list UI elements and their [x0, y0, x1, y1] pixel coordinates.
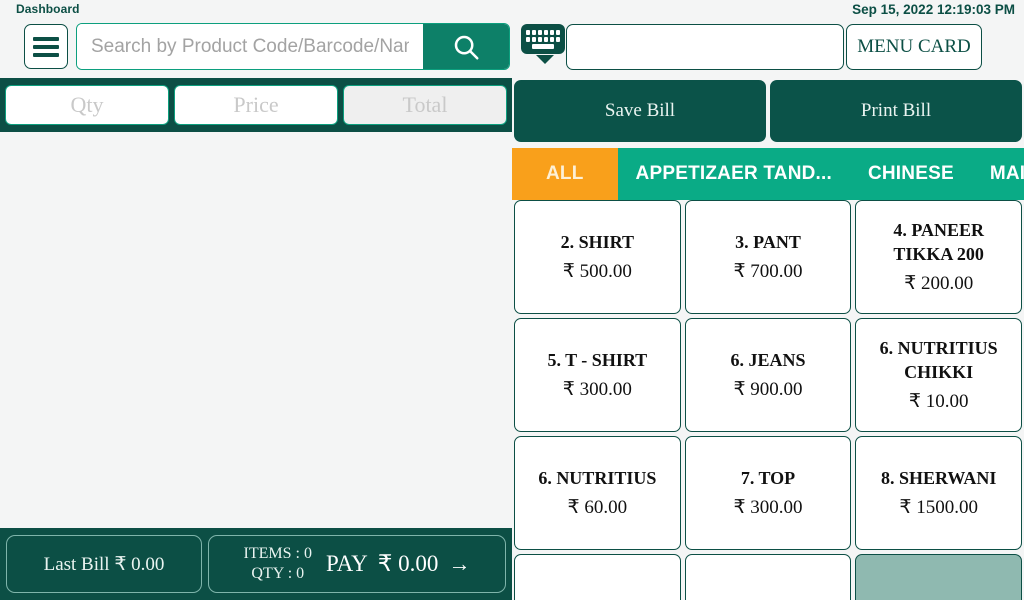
product-card[interactable]: 6. NUTRITIUS CHIKKI ₹ 10.00 [855, 318, 1022, 432]
product-name: 6. NUTRITIUS [538, 467, 657, 488]
product-name: 4. PANEER TIKKA 200 [893, 219, 984, 264]
page-title: Dashboard [16, 2, 80, 16]
pay-amount-group: PAY ₹ 0.00 → [326, 551, 470, 577]
product-price: ₹ 900.00 [733, 379, 803, 401]
footer-bar: Last Bill ₹ 0.00 ITEMS : 0 QTY : 0 PAY ₹… [0, 528, 512, 600]
pos-app: Dashboard Qty Price Total Last Bill ₹ 0. [0, 0, 1024, 600]
product-price: ₹ 10.00 [908, 391, 969, 413]
hamburger-menu-button[interactable] [24, 24, 68, 69]
keyboard-icon [521, 24, 565, 54]
right-pane: Sep 15, 2022 12:19:03 PM MENU CARD Save … [512, 0, 1024, 600]
chevron-down-icon [536, 55, 554, 64]
product-card[interactable]: 9. TANDOORI [514, 554, 681, 600]
items-count: ITEMS : 0 [243, 544, 312, 562]
category-tab[interactable]: ALL [512, 148, 618, 200]
product-card[interactable]: 8. SHERWANI ₹ 1500.00 [855, 436, 1022, 550]
search-button[interactable] [423, 24, 509, 69]
keyboard-toggle-button[interactable] [521, 24, 569, 74]
arrow-right-icon: → [448, 551, 471, 576]
menu-card-button[interactable]: MENU CARD [846, 24, 982, 70]
left-topbar: Dashboard [0, 0, 512, 78]
product-price: ₹ 500.00 [562, 261, 632, 283]
product-name: 5. T - SHIRT [547, 349, 648, 370]
item-counts: ITEMS : 0 QTY : 0 [244, 544, 312, 585]
hamburger-menu-icon [33, 33, 59, 61]
product-grid: 2. SHIRT ₹ 500.00 3. PANT ₹ 700.00 4. PANEER… [514, 200, 1022, 600]
order-input[interactable] [566, 24, 844, 70]
print-bill-button[interactable]: Print Bill [770, 80, 1022, 142]
product-card[interactable]: 7. TOP ₹ 300.00 [684, 436, 852, 550]
product-price: ₹ 700.00 [733, 261, 803, 283]
product-card[interactable]: 5. T - SHIRT ₹ 300.00 [514, 318, 681, 432]
product-price: ₹ 60.00 [567, 497, 628, 519]
product-name: 7. TOP [740, 467, 796, 488]
qty-field[interactable]: Qty [5, 85, 169, 125]
pay-label: PAY [326, 551, 368, 576]
search-input[interactable] [77, 24, 423, 69]
price-field[interactable]: Price [174, 85, 338, 125]
product-card[interactable]: 4. PANEER TIKKA 200 ₹ 200.00 [855, 200, 1022, 314]
pay-button[interactable]: ITEMS : 0 QTY : 0 PAY ₹ 0.00 → [208, 535, 506, 593]
qty-count: QTY : 0 [251, 565, 305, 582]
product-name: 8. SHERWANI [880, 467, 997, 488]
product-price: ₹ 300.00 [562, 379, 632, 401]
save-bill-button[interactable]: Save Bill [514, 80, 766, 142]
product-price: ₹ 1500.00 [899, 497, 978, 519]
total-field: Total [343, 85, 507, 125]
product-price: ₹ 300.00 [733, 497, 803, 519]
category-tab[interactable]: CHINESE [850, 148, 972, 200]
bill-actions: Save Bill Print Bill [512, 78, 1024, 142]
category-tabs: ALLAPPETIZAER TAND...CHINESEMAINS [512, 148, 1024, 200]
product-card[interactable]: 10. TANDOORI [684, 554, 852, 600]
product-card[interactable]: 3. PANT ₹ 700.00 [684, 200, 852, 314]
pay-total: ₹ 0.00 [377, 551, 439, 576]
product-name: 6. NUTRITIUS CHIKKI [879, 337, 998, 382]
left-pane: Dashboard Qty Price Total Last Bill ₹ 0. [0, 0, 512, 600]
right-topbar: Sep 15, 2022 12:19:03 PM MENU CARD [512, 0, 1024, 78]
product-name: 2. SHIRT [560, 231, 635, 252]
datetime-display: Sep 15, 2022 12:19:03 PM [852, 2, 1015, 17]
last-bill-button[interactable]: Last Bill ₹ 0.00 [6, 535, 202, 593]
product-card[interactable]: 11. MURG [855, 554, 1022, 600]
search-icon [454, 35, 479, 59]
product-card[interactable]: 2. SHIRT ₹ 500.00 [514, 200, 681, 314]
category-tab[interactable]: MAINS [972, 148, 1024, 200]
search-bar [76, 23, 510, 70]
product-name: 6. JEANS [730, 349, 806, 370]
product-price: ₹ 200.00 [904, 273, 974, 295]
entry-bar: Qty Price Total [0, 78, 512, 132]
product-card[interactable]: 6. NUTRITIUS ₹ 60.00 [514, 436, 681, 550]
product-grid-scroll[interactable]: 2. SHIRT ₹ 500.00 3. PANT ₹ 700.00 4. PANEER… [512, 200, 1024, 600]
product-card[interactable]: 6. JEANS ₹ 900.00 [684, 318, 852, 432]
product-name: 3. PANT [735, 231, 801, 252]
category-tab[interactable]: APPETIZAER TAND... [618, 148, 850, 200]
